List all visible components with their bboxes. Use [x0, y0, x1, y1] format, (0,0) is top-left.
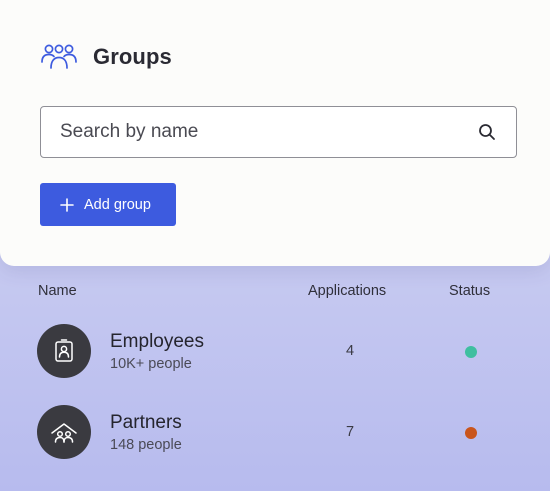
avatar — [37, 405, 91, 459]
id-badge-icon — [55, 339, 73, 362]
page-title: Groups — [93, 44, 172, 69]
table-row[interactable]: Partners 148 people 7 — [0, 403, 550, 463]
row-name: Employees — [110, 331, 204, 352]
row-name: Partners — [110, 412, 182, 433]
table-row[interactable]: Employees 10K+ people 4 — [0, 322, 550, 382]
card-header: Groups — [40, 42, 172, 72]
add-group-button[interactable]: Add group — [40, 183, 176, 226]
search-input[interactable] — [41, 107, 478, 157]
search-box[interactable] — [40, 106, 517, 158]
status-dot — [465, 427, 477, 439]
avatar — [37, 324, 91, 378]
column-header-status[interactable]: Status — [449, 283, 490, 299]
search-icon[interactable] — [478, 123, 496, 141]
column-header-name[interactable]: Name — [38, 283, 77, 299]
partners-icon — [51, 423, 77, 443]
row-applications: 4 — [346, 343, 355, 359]
groups-icon — [41, 44, 77, 69]
column-header-applications[interactable]: Applications — [308, 283, 386, 299]
add-group-label: Add group — [84, 196, 151, 213]
row-subtitle: 10K+ people — [110, 356, 192, 372]
row-subtitle: 148 people — [110, 437, 182, 453]
groups-card: Groups Add group — [0, 0, 550, 266]
plus-icon — [60, 197, 74, 212]
row-applications: 7 — [346, 424, 355, 440]
status-dot — [465, 346, 477, 358]
